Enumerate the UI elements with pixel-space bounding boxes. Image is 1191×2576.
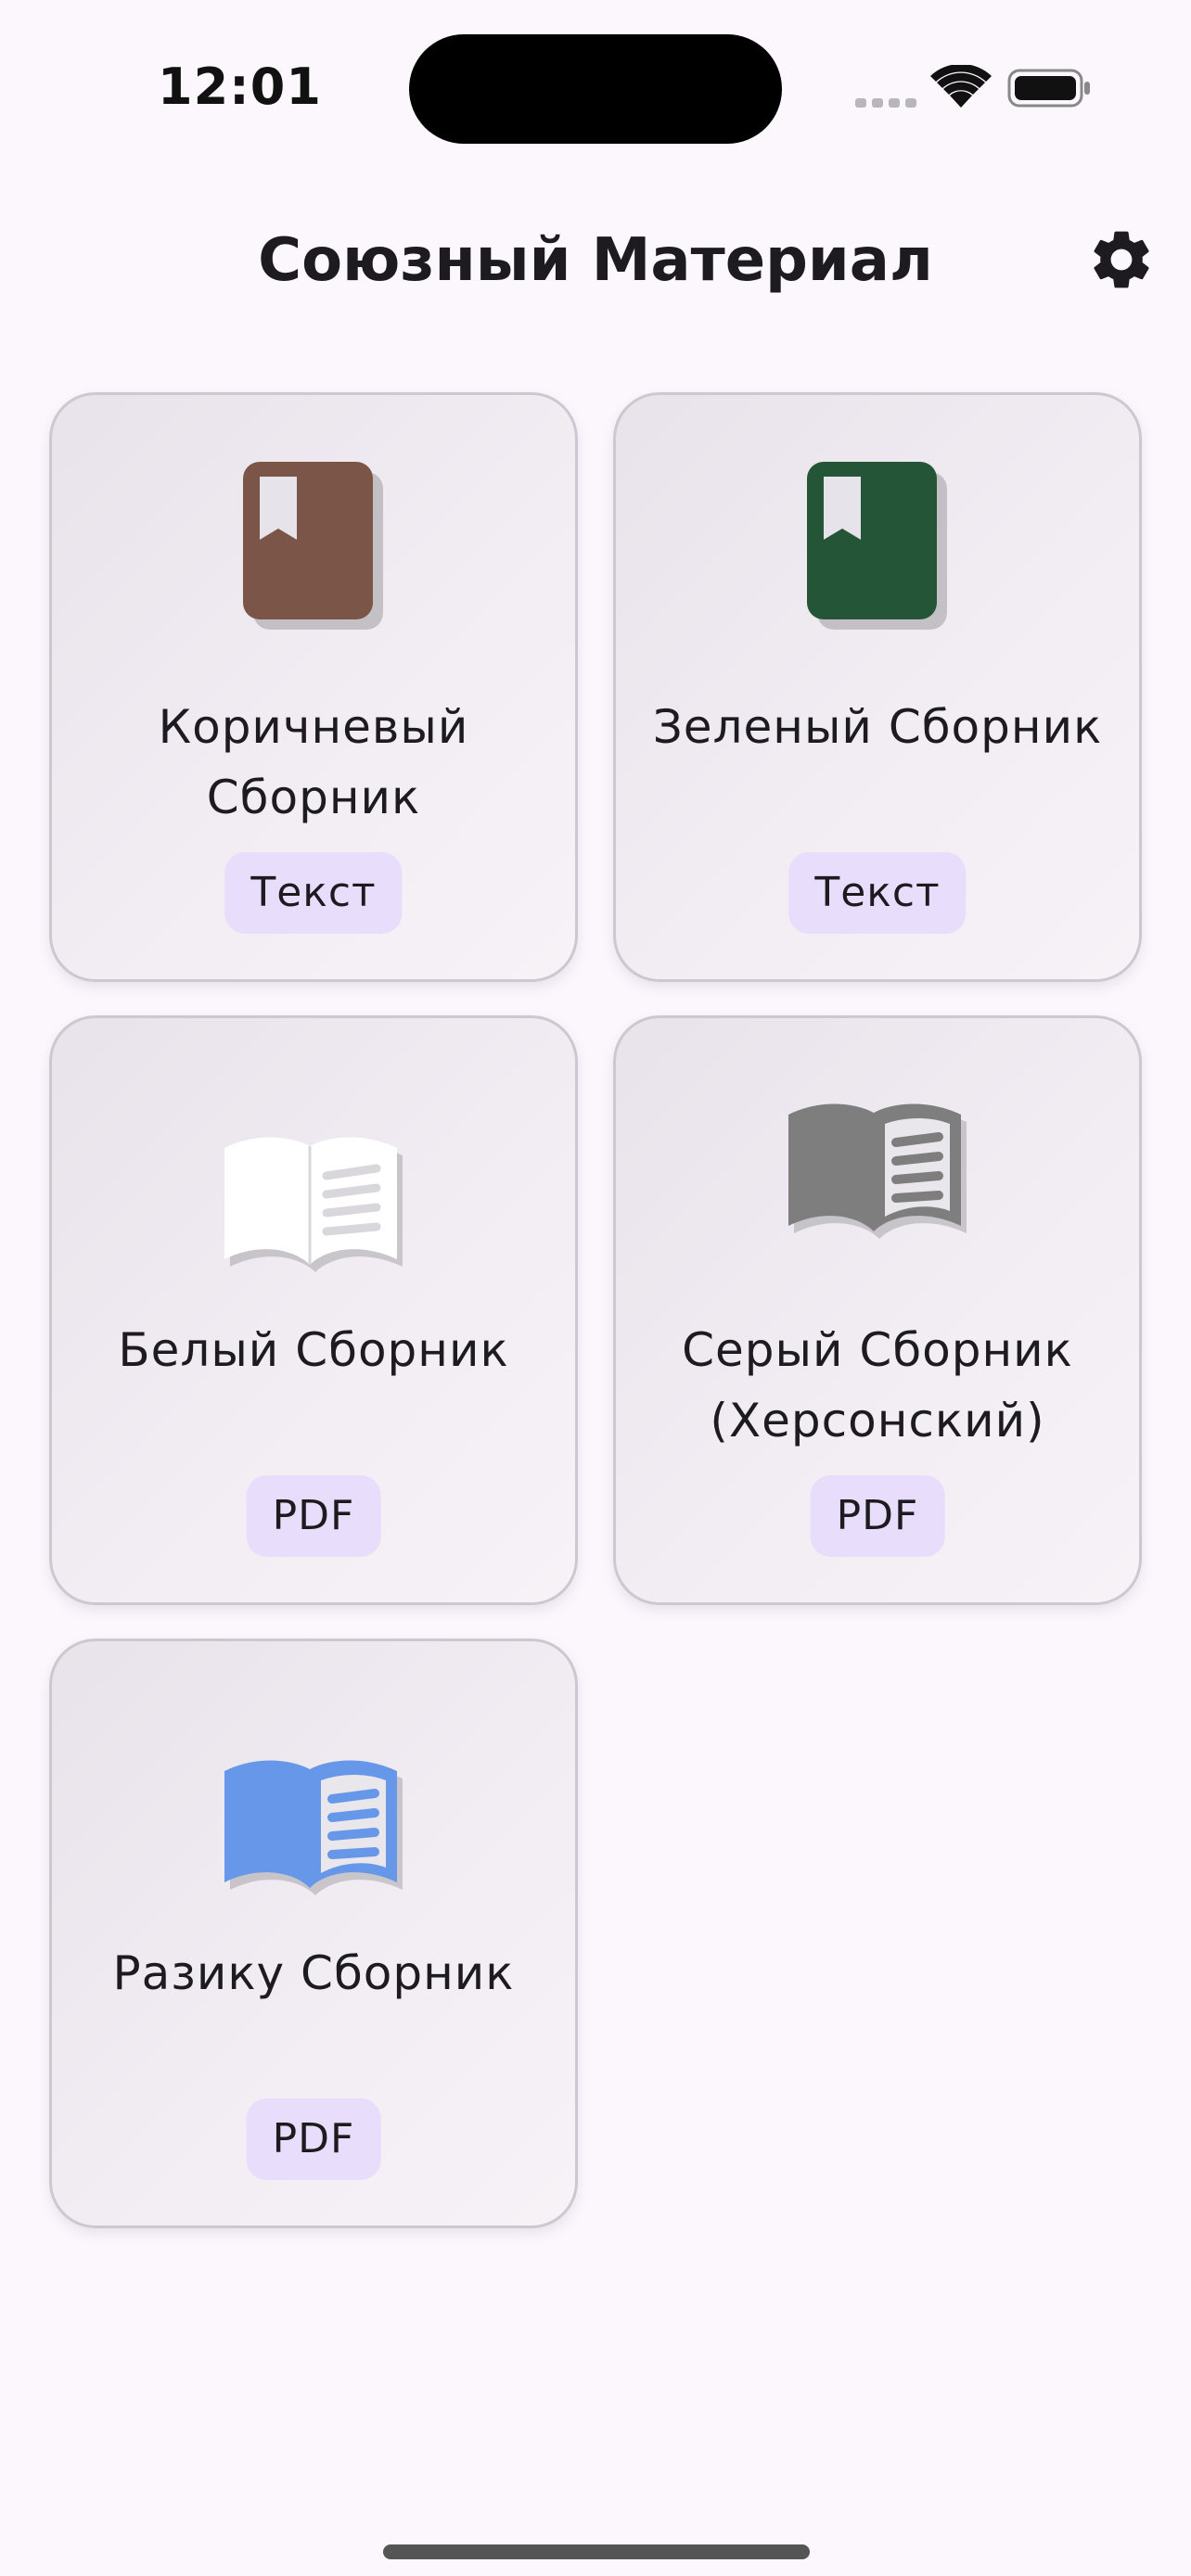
collection-card-white[interactable]: Белый Сборник PDF <box>49 1015 578 1605</box>
collection-type-badge: PDF <box>246 1475 381 1557</box>
cellular-signal-icon <box>855 98 916 108</box>
collection-type-badge: PDF <box>810 1475 945 1557</box>
dynamic-island <box>409 34 782 144</box>
status-icons <box>853 65 1095 111</box>
collection-card-brown[interactable]: Коричневый Сборник Текст <box>49 392 578 982</box>
collection-card-green[interactable]: Зеленый Сборник Текст <box>613 392 1142 982</box>
home-indicator[interactable] <box>383 2544 810 2559</box>
collection-title: Зеленый Сборник <box>652 700 1103 754</box>
collection-type-badge: Текст <box>224 852 403 934</box>
collection-title: Белый Сборник <box>118 1323 509 1377</box>
bookmark-book-icon <box>243 462 383 630</box>
collection-card-gray[interactable]: Серый Сборник (Херсонский) PDF <box>613 1015 1142 1605</box>
settings-button[interactable] <box>1086 224 1157 295</box>
collection-card-blue[interactable]: Разику Сборник PDF <box>49 1639 578 2228</box>
open-book-icon <box>788 1103 967 1239</box>
open-book-icon <box>224 1137 403 1272</box>
open-book-icon <box>224 1760 403 1895</box>
collection-type-badge: Текст <box>788 852 967 934</box>
collection-type-badge: PDF <box>246 2098 381 2180</box>
collection-title: Коричневый Сборник <box>158 700 469 824</box>
bookmark-book-icon <box>807 462 947 630</box>
gear-icon <box>1094 231 1149 288</box>
status-time: 12:01 <box>158 57 322 116</box>
page-title: Союзный Материал <box>258 226 933 295</box>
battery-icon <box>1007 69 1090 108</box>
wifi-icon <box>930 65 992 108</box>
collection-title: Разику Сборник <box>112 1946 515 2000</box>
collection-title: Серый Сборник (Херсонский) <box>682 1323 1073 1447</box>
